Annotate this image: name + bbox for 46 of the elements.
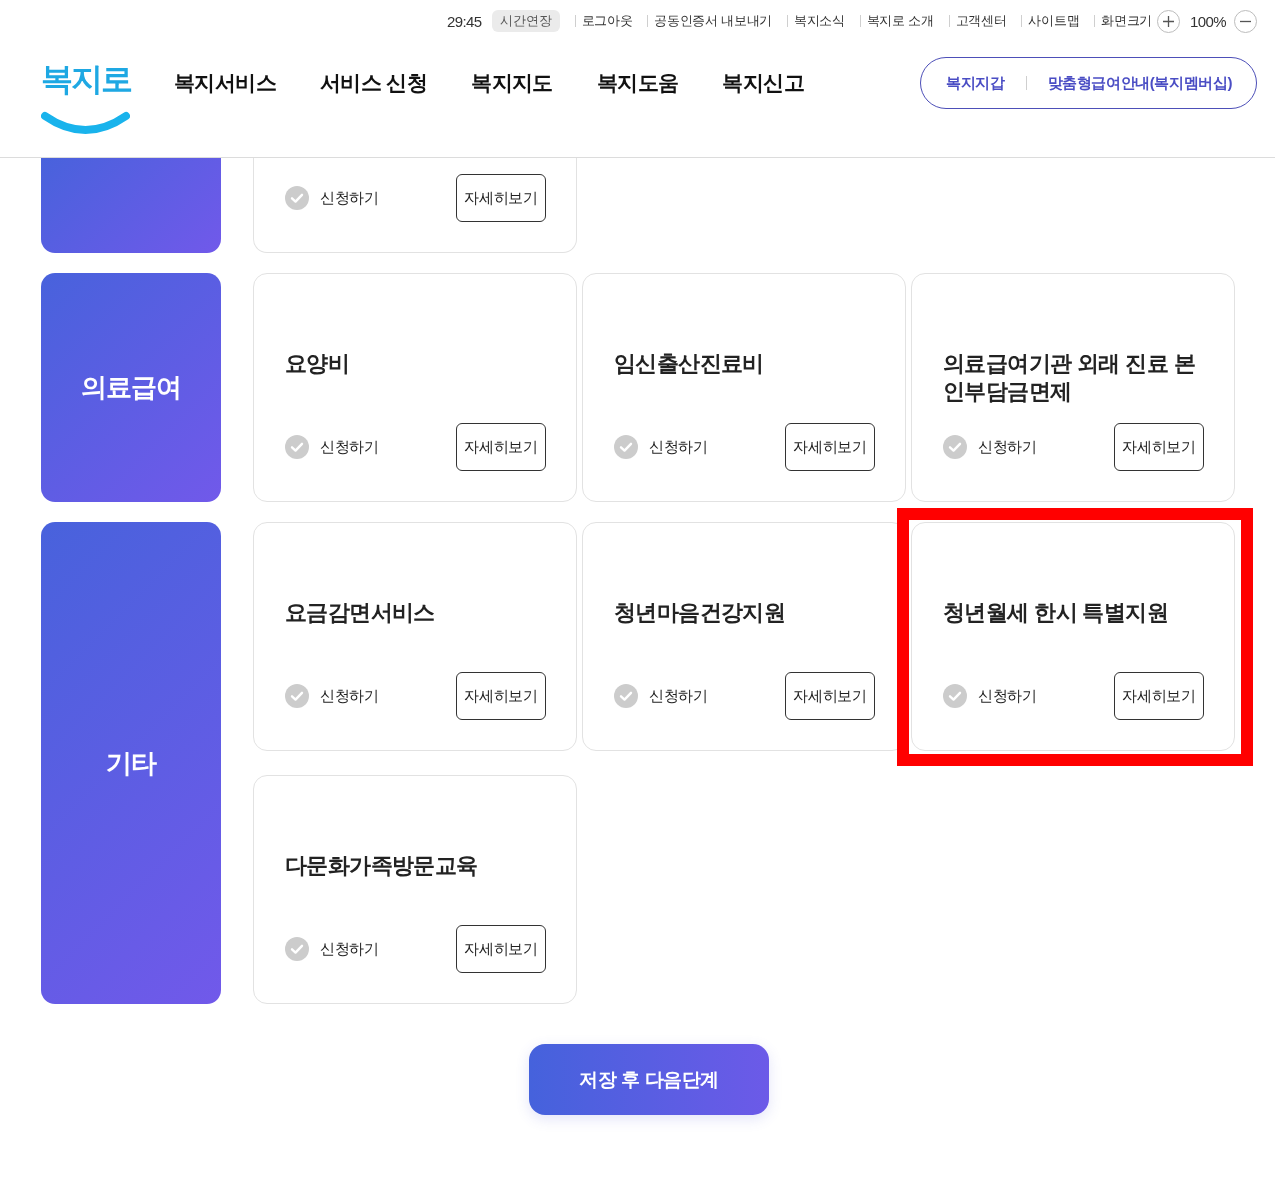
detail-button[interactable]: 자세히보기: [785, 423, 875, 471]
session-timer: 29:45: [447, 12, 482, 30]
smile-icon: [41, 110, 130, 136]
quick-link[interactable]: 맞춤형급여안내(복지멤버십): [1025, 76, 1232, 90]
utility-link[interactable]: 로그아웃: [574, 15, 633, 27]
plus-icon: [1163, 15, 1175, 27]
apply-checkbox[interactable]: 신청하기: [943, 684, 1037, 708]
utility-link[interactable]: 복지소식: [786, 15, 845, 27]
service-title: 요양비: [285, 350, 351, 378]
utility-link[interactable]: 사이트맵: [1021, 15, 1080, 27]
apply-checkbox[interactable]: 신청하기: [285, 937, 379, 961]
utility-link[interactable]: 공동인증서 내보내기: [647, 15, 772, 27]
apply-checkbox[interactable]: 신청하기: [285, 435, 379, 459]
detail-button[interactable]: 자세히보기: [456, 925, 546, 973]
detail-button[interactable]: 자세히보기: [456, 423, 546, 471]
service-title: 청년월세 한시 특별지원: [943, 599, 1170, 627]
zoom-in-button[interactable]: [1157, 9, 1181, 33]
service-title: 청년마음건강지원: [614, 599, 787, 627]
apply-checkbox[interactable]: 신청하기: [943, 435, 1037, 459]
apply-checkbox[interactable]: 신청하기: [285, 684, 379, 708]
nav-menu-item[interactable]: 복지지도: [471, 69, 553, 97]
service-title: 요금감면서비스: [285, 599, 436, 627]
apply-checkbox[interactable]: 신청하기: [614, 435, 708, 459]
nav-menu-item[interactable]: 복지서비스: [174, 69, 276, 97]
detail-button[interactable]: 자세히보기: [1114, 423, 1204, 471]
category-label: 기타: [105, 746, 157, 780]
nav-menu-item[interactable]: 서비스 신청: [320, 69, 428, 97]
category-label: 의료급여: [80, 371, 182, 404]
apply-checkbox[interactable]: 신청하기: [614, 684, 708, 708]
utility-link[interactable]: 복지로 소개: [859, 15, 934, 27]
nav-menu-item[interactable]: 복지신고: [722, 69, 805, 97]
service-title: 임신출산진료비: [614, 350, 765, 378]
detail-button[interactable]: 자세히보기: [785, 672, 875, 720]
service-title: 다문화가족방문교육: [285, 852, 479, 880]
detail-button[interactable]: 자세히보기: [456, 174, 546, 222]
nav-menu-item[interactable]: 복지도움: [596, 69, 679, 97]
detail-button[interactable]: 자세히보기: [1114, 672, 1204, 720]
detail-button[interactable]: 자세히보기: [456, 672, 546, 720]
quick-link[interactable]: 복지지갑: [946, 76, 1005, 90]
apply-checkbox[interactable]: 신청하기: [285, 186, 379, 210]
zoom-label: 화면크기: [1094, 15, 1153, 27]
save-next-button[interactable]: 저장 후 다음단계: [529, 1044, 769, 1115]
utility-link[interactable]: 고객센터: [948, 15, 1007, 27]
extend-time-button[interactable]: 시간연장: [491, 10, 560, 32]
service-title: 의료급여기관 외래 진료 본인부담금면제: [943, 350, 1196, 406]
zoom-value: 100%: [1190, 12, 1226, 30]
